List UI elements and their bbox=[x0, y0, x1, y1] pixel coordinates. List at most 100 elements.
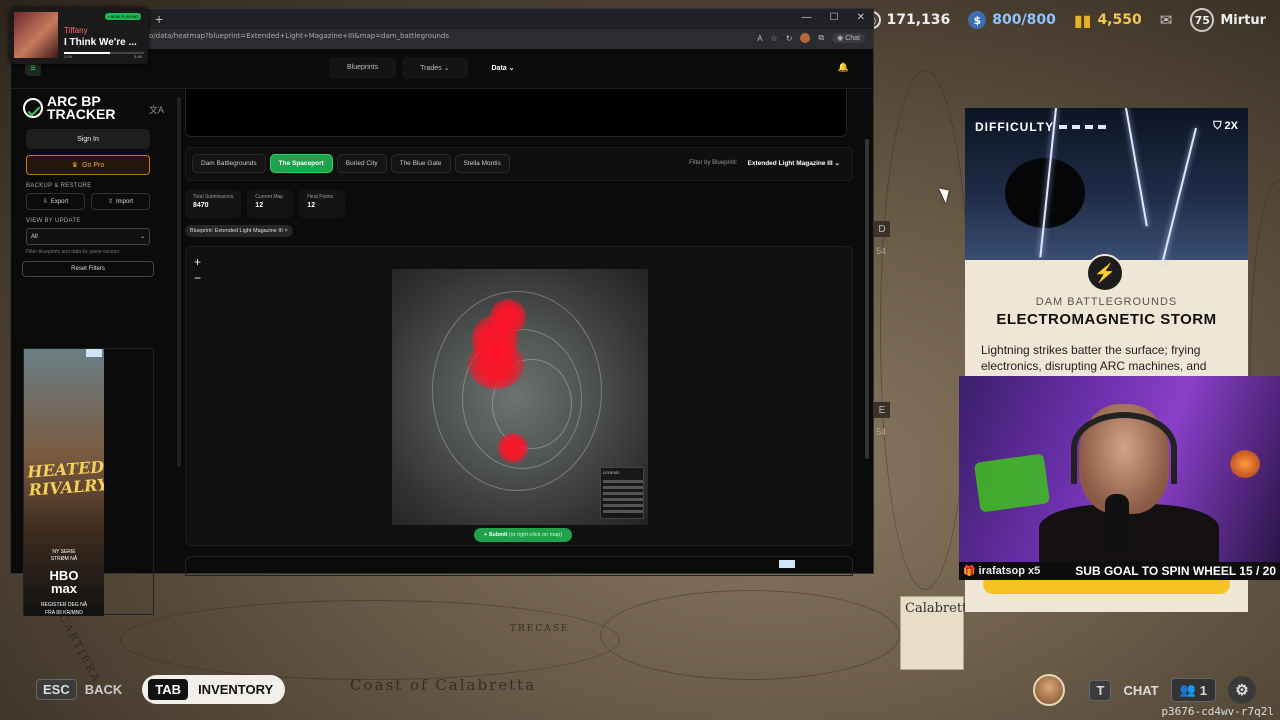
bottom-hud-left: ESC BACK TAB INVENTORY bbox=[36, 675, 286, 704]
submit-button[interactable]: + Submit (or right-click on map) bbox=[474, 528, 573, 542]
export-button[interactable]: ⇩ Export bbox=[26, 193, 85, 210]
difficulty-label: DIFFICULTY bbox=[975, 120, 1055, 134]
bell-icon[interactable]: 🔔 bbox=[838, 62, 849, 73]
nav-data[interactable]: Data ⌄ bbox=[474, 57, 533, 79]
event-map-name: DAM BATTLEGROUNDS bbox=[1035, 296, 1178, 308]
stat-label: Current Map bbox=[255, 194, 284, 200]
logo-text: ARC BP TRACKER bbox=[47, 94, 115, 121]
import-label: Import bbox=[116, 198, 134, 205]
party-button[interactable]: 👥 1 bbox=[1170, 678, 1216, 702]
gift-icon: 🎁 bbox=[963, 566, 976, 577]
copilot-icon: ◉ bbox=[837, 35, 844, 42]
terrain-contour bbox=[120, 600, 620, 680]
advertisement[interactable]: HEATED RIVALRY NY SERIE STRØM NÅ HBO max … bbox=[23, 348, 154, 616]
chat-button[interactable]: ◉ Chat bbox=[832, 33, 865, 43]
avatar[interactable] bbox=[1033, 674, 1066, 706]
top-hud: ◐ 171,136 $ 800/800 ▮▮ 4,550 ✉ 75 Mirtur bbox=[862, 8, 1266, 32]
nav-data-label: Data bbox=[491, 65, 507, 72]
reset-filters-button[interactable]: Reset Filters bbox=[22, 261, 154, 277]
esc-key[interactable]: ESC bbox=[36, 679, 77, 700]
ad-poster: HEATED RIVALRY NY SERIE STRØM NÅ HBO max … bbox=[24, 349, 104, 616]
blueprint-filter-select[interactable]: Extended Light Magazine III ⌄ bbox=[748, 159, 841, 167]
url-field[interactable]: o/data/heatmap?blueprint=Extended+Light+… bbox=[149, 32, 449, 40]
shield-icon: ⛉ bbox=[1213, 120, 1222, 132]
settings-gear-icon[interactable]: ⚙ bbox=[1228, 676, 1256, 704]
zoom-controls: + − bbox=[194, 255, 201, 285]
gift-text: irafatsop x5 bbox=[978, 565, 1041, 577]
ad-cta2: FRA 89 KR/MND bbox=[45, 610, 83, 616]
profile-icon[interactable] bbox=[800, 33, 811, 43]
stat-label: Heat Points bbox=[307, 194, 334, 200]
zoom-out-button[interactable]: − bbox=[194, 271, 201, 285]
map-marker-number: 54 bbox=[876, 246, 887, 256]
tab-the-spaceport[interactable]: The Spaceport bbox=[269, 154, 333, 173]
inventory-button[interactable]: TAB INVENTORY bbox=[142, 675, 286, 704]
lamp-decor bbox=[1230, 450, 1260, 478]
now-playing-widget: • NOW PLAYING Tiffany I Think We're ... … bbox=[10, 8, 148, 64]
mail-icon[interactable]: ✉ bbox=[1160, 11, 1173, 29]
view-by-update-select[interactable]: All ⌄ bbox=[26, 228, 150, 245]
currency-credits: ◐ 171,136 bbox=[862, 11, 951, 29]
blueprint-filter-chip[interactable]: Blueprint: Extended Light Magazine III × bbox=[185, 225, 293, 237]
chevron-down-icon: ⌄ bbox=[834, 160, 840, 167]
track-duration: 3:48 bbox=[134, 54, 142, 59]
map-tab-list: Dam Battlegrounds The Spaceport Buried C… bbox=[192, 154, 510, 173]
tab-buried-city[interactable]: Buried City bbox=[336, 154, 387, 173]
refresh-icon[interactable]: ↻ bbox=[786, 34, 793, 43]
extensions-icon[interactable]: ⧉ bbox=[818, 33, 824, 43]
ad-choices-icon[interactable] bbox=[86, 349, 102, 357]
nav-trades[interactable]: Trades ⌄ bbox=[402, 57, 468, 79]
ad-title: HEATED RIVALRY bbox=[26, 457, 104, 500]
web-page: ≡ Blueprints Trades ⌄ Data ⌄ 🔔 ARC BP TRA… bbox=[11, 49, 873, 616]
sidebar: ARC BP TRACKER 文A Sign In ♛ Go Pro BACKUP … bbox=[21, 89, 171, 616]
chat-button-label: Chat bbox=[845, 35, 860, 42]
ad-cta1: REGISTER DEG NÅ bbox=[40, 602, 88, 608]
page-scrollbar[interactable] bbox=[865, 139, 869, 459]
star-icon[interactable]: ☆ bbox=[771, 34, 778, 43]
sign-in-button[interactable]: Sign In bbox=[26, 129, 150, 149]
new-tab-icon[interactable]: + bbox=[155, 11, 163, 27]
inventory-label: INVENTORY bbox=[198, 682, 274, 697]
nav-blueprints[interactable]: Blueprints bbox=[329, 57, 397, 79]
back-label[interactable]: BACK bbox=[85, 682, 123, 697]
calabretta-legend-card: Calabretta bbox=[900, 596, 975, 670]
map-marker-d[interactable]: D bbox=[874, 221, 890, 237]
main-content: Dam Battlegrounds The Spaceport Buried C… bbox=[185, 89, 853, 576]
window-controls: — ☐ ✕ bbox=[802, 12, 865, 23]
close-icon[interactable]: ✕ bbox=[857, 12, 865, 23]
party-count: 1 bbox=[1199, 682, 1207, 698]
tab-dam-battlegrounds[interactable]: Dam Battlegrounds bbox=[192, 154, 266, 173]
bottom-hud-right: T CHAT 👥 1 ⚙ bbox=[1033, 674, 1256, 706]
tab-stella-montis[interactable]: Stella Montis bbox=[454, 154, 510, 173]
heatmap-image[interactable]: LEGEND bbox=[392, 269, 648, 525]
minimize-icon[interactable]: — bbox=[802, 12, 812, 23]
zoom-in-button[interactable]: + bbox=[194, 255, 201, 269]
map-marker-e[interactable]: E bbox=[874, 402, 890, 418]
album-art bbox=[14, 12, 58, 58]
credits-value: 171,136 bbox=[886, 12, 951, 28]
view-select-value: All bbox=[31, 233, 38, 240]
chat-key[interactable]: T bbox=[1089, 679, 1112, 701]
stat-value: 12 bbox=[307, 202, 316, 209]
tab-the-blue-gate[interactable]: The Blue Gate bbox=[390, 154, 451, 173]
blueprint-filter: Filter by Blueprint: Extended Light Maga… bbox=[689, 159, 840, 167]
stream-ticker: 🎁 irafatsop x5 SUB GOAL TO SPIN WHEEL 15… bbox=[959, 562, 1280, 580]
raider-tokens-icon: ▮▮ bbox=[1073, 10, 1092, 30]
import-button[interactable]: ⇧ Import bbox=[91, 193, 150, 210]
level-badge: 75 bbox=[1190, 8, 1215, 32]
sidebar-scrollbar[interactable] bbox=[177, 97, 181, 467]
track-title: I Think We're ... bbox=[64, 37, 137, 48]
stat-value: 12 bbox=[255, 202, 264, 209]
submit-label: Submit bbox=[488, 532, 508, 538]
read-aloud-icon[interactable]: A bbox=[757, 34, 762, 43]
chat-label[interactable]: CHAT bbox=[1123, 683, 1158, 698]
maximize-icon[interactable]: ☐ bbox=[830, 12, 839, 23]
heatmap-panel: + − LEGEND + Submit (or right-click on m… bbox=[185, 246, 853, 546]
heat-spot bbox=[468, 341, 524, 389]
ad-choices-icon[interactable] bbox=[779, 560, 795, 568]
tab-key: TAB bbox=[148, 679, 189, 700]
go-pro-button[interactable]: ♛ Go Pro bbox=[26, 155, 150, 175]
player-profile[interactable]: 75 Mirtur bbox=[1190, 8, 1266, 32]
translate-icon[interactable]: 文A bbox=[149, 103, 164, 116]
microphone bbox=[1105, 494, 1129, 552]
